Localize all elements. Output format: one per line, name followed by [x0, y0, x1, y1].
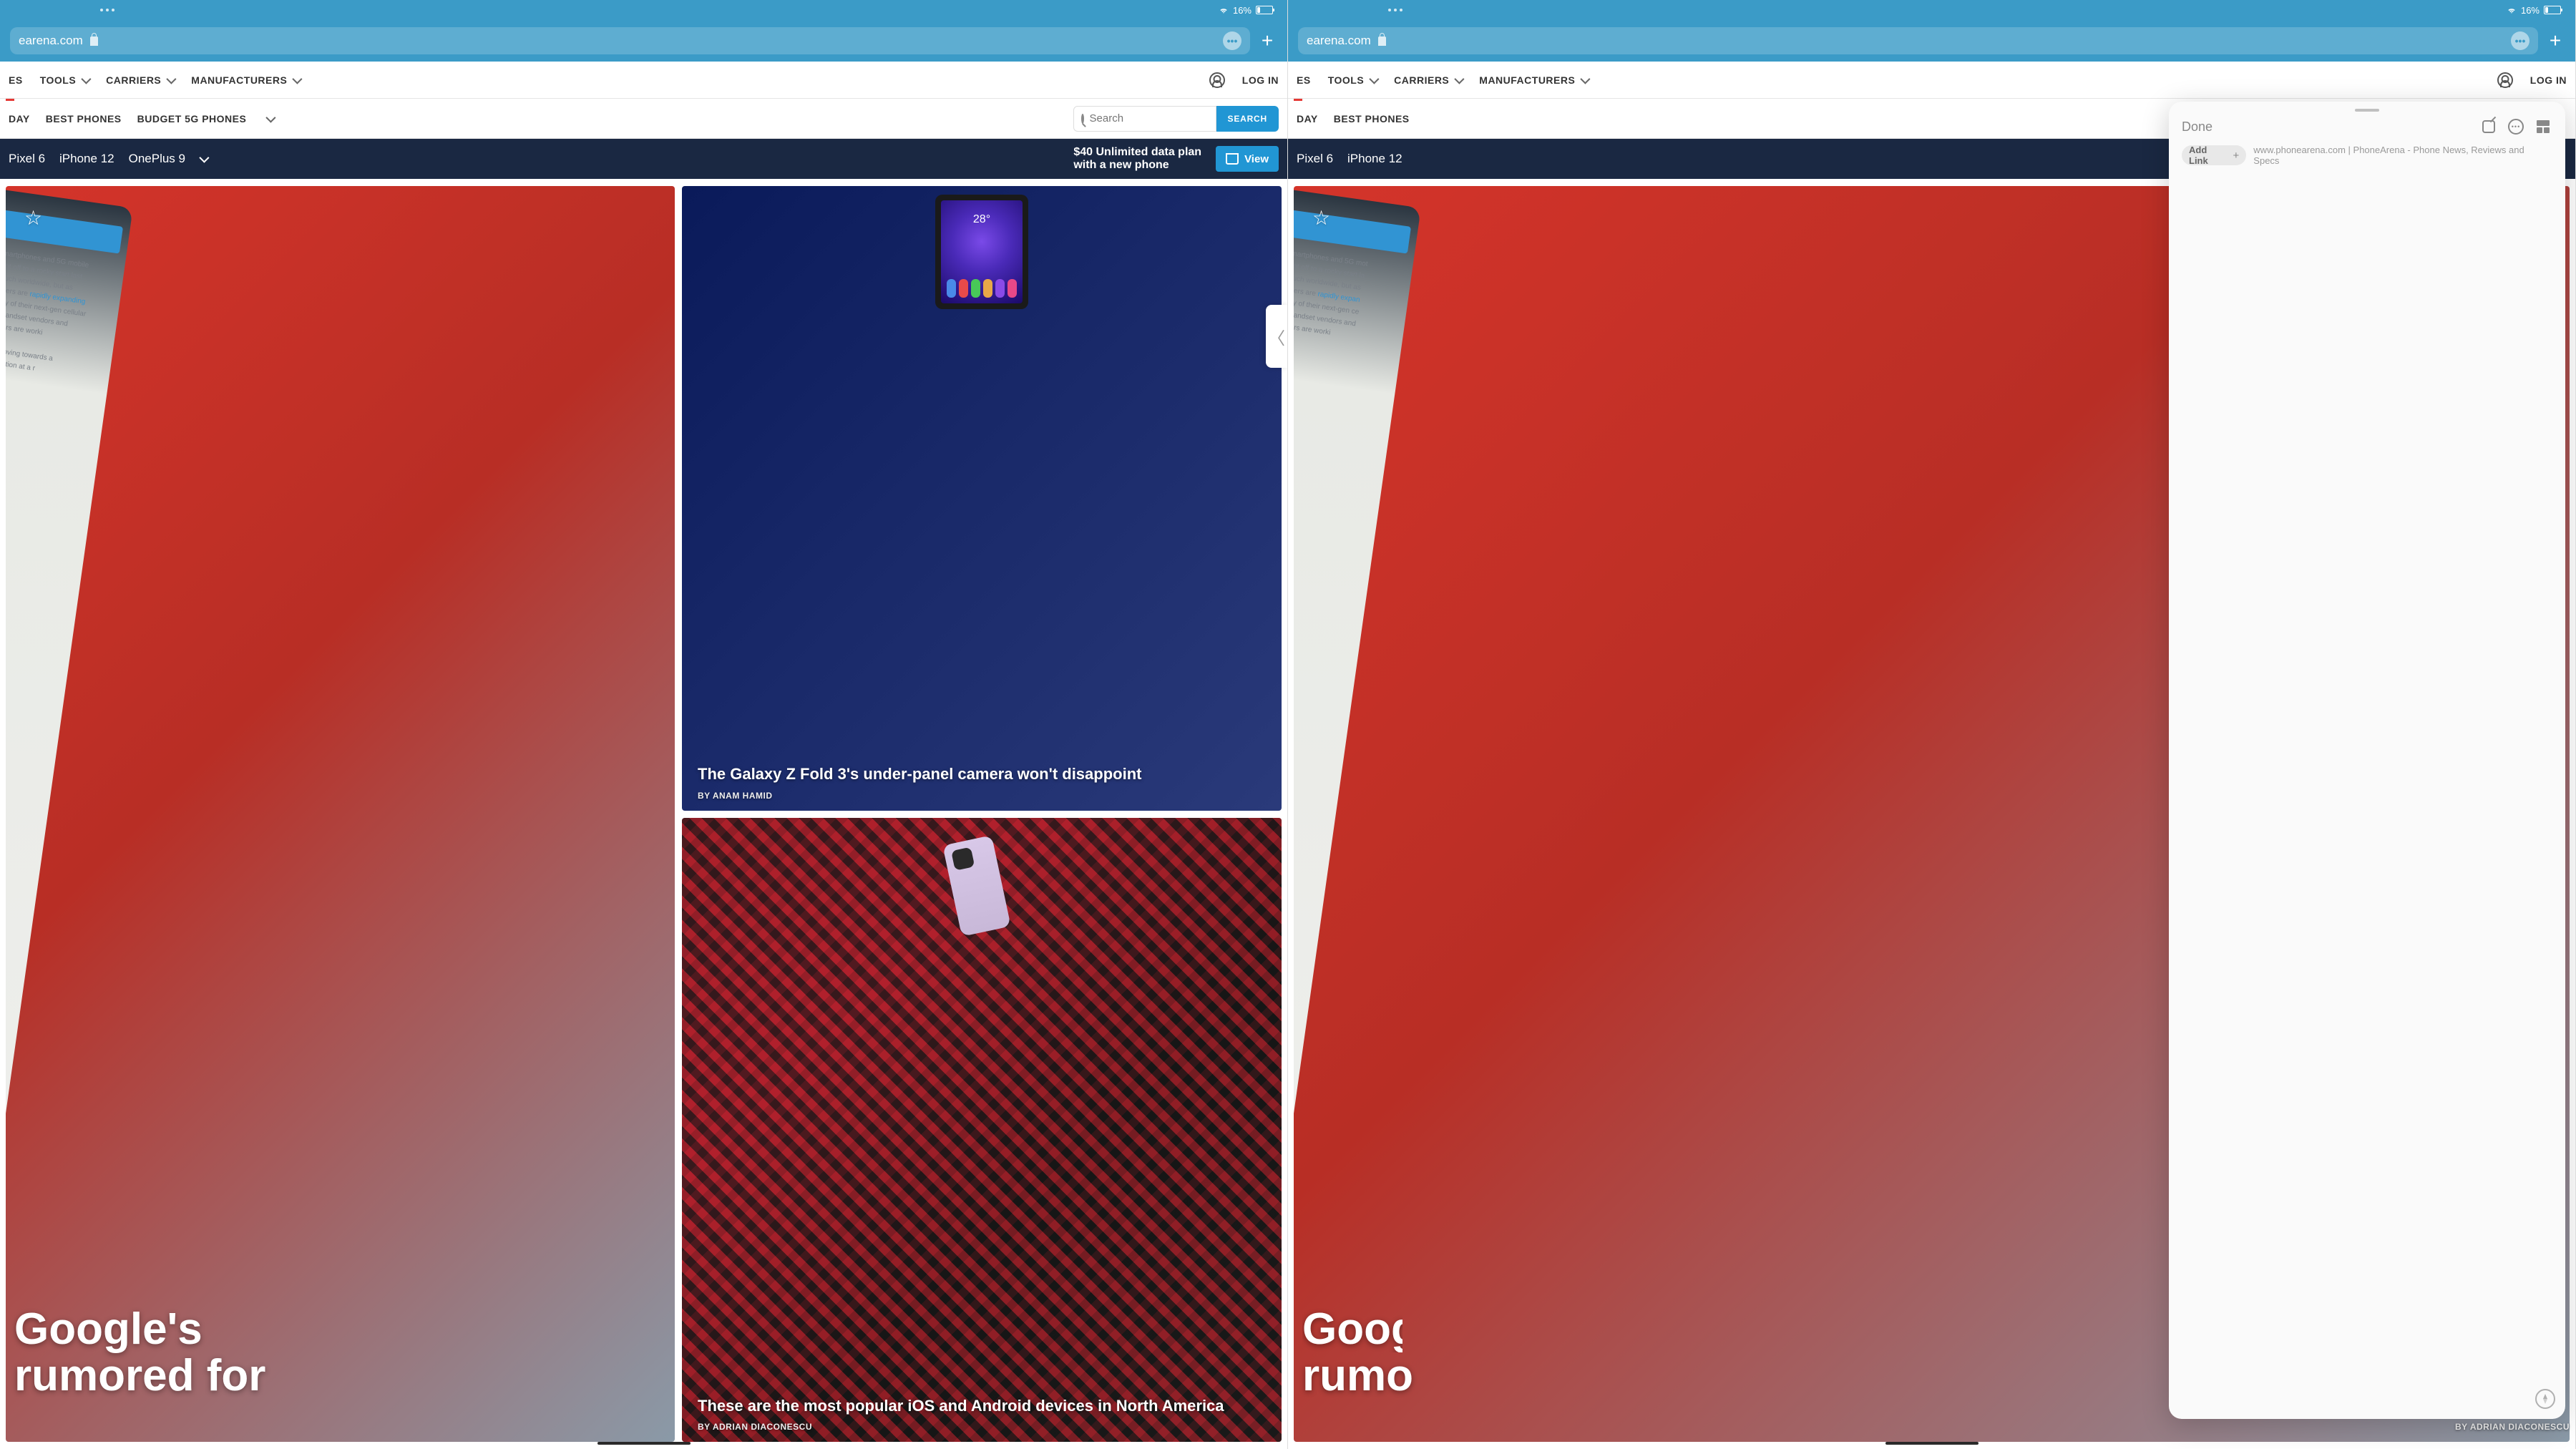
person-icon[interactable]	[1209, 72, 1225, 88]
battery-icon	[2544, 6, 2561, 14]
drag-handle[interactable]	[2355, 109, 2379, 112]
promo-iphone[interactable]: iPhone 12	[1347, 152, 1402, 166]
nav-manufacturers[interactable]: MANUFACTURERS	[191, 74, 300, 86]
battery-icon	[1256, 6, 1273, 14]
article-card-galaxy-fold[interactable]: 28° The Galaxy Z Fold 3's under-panel ca…	[682, 186, 1282, 811]
subnav-budget-5g[interactable]: BUDGET 5G PHONES	[137, 113, 247, 125]
lock-icon	[90, 36, 98, 46]
subnav-day[interactable]: DAY	[9, 113, 30, 125]
promo-pixel[interactable]: Pixel 6	[9, 152, 45, 166]
compose-icon[interactable]	[2479, 117, 2498, 136]
lock-icon	[1378, 36, 1386, 46]
promo-pixel[interactable]: Pixel 6	[1297, 152, 1333, 166]
chevron-down-icon	[1455, 74, 1465, 84]
new-tab-button[interactable]: +	[2545, 31, 2565, 51]
card-author: BY ANAM HAMID	[698, 791, 773, 801]
chevron-down-icon	[167, 74, 177, 84]
wifi-icon	[2507, 5, 2517, 15]
card-title: The Galaxy Z Fold 3's under-panel camera…	[698, 765, 1266, 783]
search-button[interactable]: SEARCH	[1216, 106, 1279, 132]
card-author: BY ADRIAN DIACONESCU	[698, 1422, 812, 1432]
quick-note-panel: Done ••• Add Link + www.phonearena.com |…	[2169, 102, 2565, 1419]
active-tab-indicator	[1294, 99, 1302, 101]
person-icon[interactable]	[2497, 72, 2513, 88]
browser-toolbar: earena.com ••• +	[1288, 20, 2575, 62]
more-icon[interactable]: •••	[2507, 117, 2525, 136]
browser-toolbar: earena.com ••• +	[0, 20, 1287, 62]
nav-es[interactable]: ES	[1297, 74, 1311, 86]
hero-title: Google's rumored for	[14, 1306, 666, 1399]
promo-view-button[interactable]: View	[1216, 146, 1279, 172]
search-input[interactable]	[1090, 112, 1232, 125]
sub-nav: DAY BEST PHONES BUDGET 5G PHONES SEARCH	[0, 99, 1287, 139]
multitask-dots-icon	[1388, 9, 1402, 11]
status-bar: 16%	[0, 0, 1287, 20]
chevron-down-icon	[1369, 74, 1379, 84]
page-actions-icon[interactable]: •••	[1223, 31, 1241, 50]
note-linked-url: www.phonearena.com | PhoneArena - Phone …	[2253, 145, 2552, 166]
login-link[interactable]: LOG IN	[2530, 74, 2567, 86]
done-button[interactable]: Done	[2182, 119, 2212, 135]
search-icon	[1081, 114, 1084, 124]
url-text: earena.com	[19, 34, 83, 48]
promo-deal-text: $40 Unlimited data plan with a new phone	[1073, 146, 1201, 172]
chevron-down-icon	[293, 74, 303, 84]
battery-percent: 16%	[1233, 5, 1252, 16]
promo-bar: Pixel 6 iPhone 12 OnePlus 9 $40 Unlimite…	[0, 139, 1287, 179]
plus-icon: +	[2233, 150, 2240, 162]
add-link-button[interactable]: Add Link +	[2182, 145, 2246, 165]
home-indicator[interactable]	[597, 1442, 691, 1445]
battery-percent: 16%	[2521, 5, 2540, 16]
nav-tools[interactable]: TOOLS	[1328, 74, 1377, 86]
page-actions-icon[interactable]: •••	[2511, 31, 2529, 50]
carousel-prev-button[interactable]: 〈	[1266, 305, 1287, 368]
nav-carriers[interactable]: CARRIERS	[106, 74, 174, 86]
home-indicator[interactable]	[1885, 1442, 1979, 1445]
new-tab-button[interactable]: +	[1257, 31, 1277, 51]
chevron-down-icon	[1581, 74, 1591, 84]
nav-es[interactable]: ES	[9, 74, 23, 86]
article-card-popular-devices[interactable]: These are the most popular iOS and Andro…	[682, 818, 1282, 1443]
multitask-dots-icon	[100, 9, 114, 11]
hero-article[interactable]: n 5G smartphones and 5G mobile works got…	[6, 186, 675, 1442]
url-field[interactable]: earena.com •••	[1298, 27, 2538, 54]
url-field[interactable]: earena.com •••	[10, 27, 1250, 54]
wifi-icon	[1219, 5, 1229, 15]
card-title: These are the most popular iOS and Andro…	[698, 1397, 1266, 1415]
subnav-best-phones[interactable]: BEST PHONES	[46, 113, 122, 125]
search-box[interactable]	[1073, 106, 1216, 132]
promo-iphone[interactable]: iPhone 12	[59, 152, 114, 166]
note-body[interactable]	[2169, 166, 2565, 1419]
nav-manufacturers[interactable]: MANUFACTURERS	[1479, 74, 1588, 86]
tablet-mock-temp: 28°	[973, 213, 990, 226]
status-bar: 16%	[1288, 0, 2575, 20]
hero-phone-mock-text: n 5G smartphones and 5G mobile works got…	[6, 245, 114, 384]
card-author: BY ADRIAN DIACONESCU	[2455, 1422, 2570, 1432]
chevron-down-icon	[81, 74, 91, 84]
main-nav: ES TOOLS CARRIERS MANUFACTURERS LOG IN	[0, 62, 1287, 99]
login-link[interactable]: LOG IN	[1242, 74, 1279, 86]
hero-phone-mock-text: n 5G smartphones and 5G mot works got of…	[1294, 245, 1402, 348]
star-icon: ☆	[24, 206, 42, 230]
subnav-best-phones[interactable]: BEST PHONES	[1334, 113, 1410, 125]
chevron-down-icon[interactable]	[266, 112, 276, 122]
url-text: earena.com	[1307, 34, 1371, 48]
promo-oneplus[interactable]: OnePlus 9	[129, 152, 185, 166]
active-tab-indicator	[6, 99, 14, 101]
chevron-down-icon[interactable]	[199, 153, 209, 163]
safari-compass-icon[interactable]	[2535, 1389, 2555, 1409]
nav-carriers[interactable]: CARRIERS	[1394, 74, 1462, 86]
main-nav: ES TOOLS CARRIERS MANUFACTURERS LOG IN	[1288, 62, 2575, 99]
subnav-day[interactable]: DAY	[1297, 113, 1318, 125]
grid-view-icon[interactable]	[2534, 117, 2552, 136]
nav-tools[interactable]: TOOLS	[40, 74, 89, 86]
cart-icon	[1226, 153, 1239, 165]
star-icon: ☆	[1312, 206, 1330, 230]
